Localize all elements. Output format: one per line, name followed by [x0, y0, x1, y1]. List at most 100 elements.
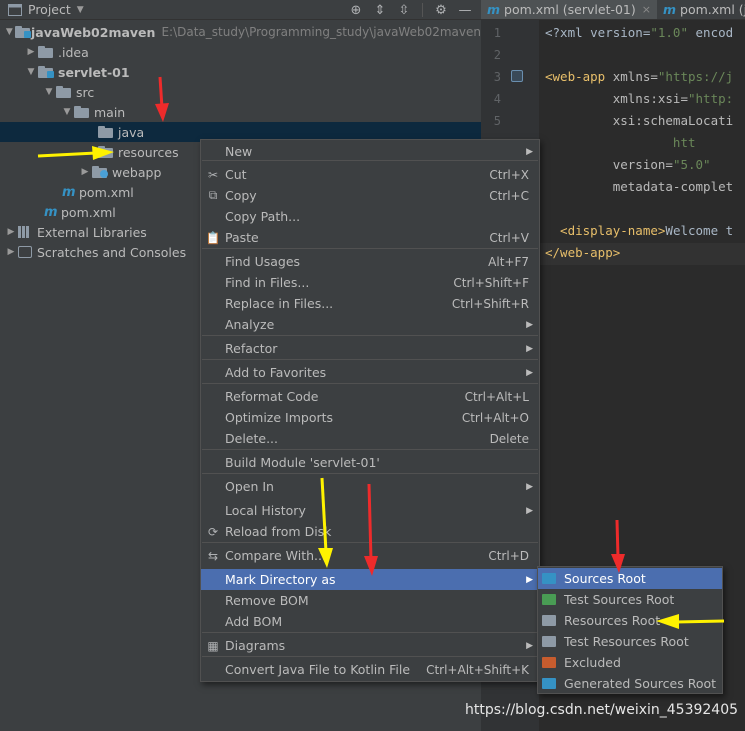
menu-item-shortcut: Alt+F7	[488, 254, 529, 269]
line-number: 5	[493, 114, 501, 128]
menu-item-find-usages[interactable]: Find Usages Alt+F7	[201, 251, 539, 272]
test-sources-root-folder-icon	[542, 594, 556, 605]
folder-icon	[56, 86, 72, 98]
maven-icon: m	[44, 204, 58, 220]
tree-item-idea[interactable]: ▶ .idea	[0, 42, 481, 62]
maven-icon: m	[487, 2, 501, 17]
submenu-item-resources-root[interactable]: Resources Root	[538, 610, 722, 631]
close-icon[interactable]: ×	[642, 3, 651, 16]
submenu-item-test-resources-root[interactable]: Test Resources Root	[538, 631, 722, 652]
menu-item-find-in-files[interactable]: Find in Files... Ctrl+Shift+F	[201, 272, 539, 293]
paste-icon: 📋	[205, 230, 221, 245]
menu-item-open-in[interactable]: Open In ▶	[201, 476, 539, 497]
submenu-item-generated-sources-root[interactable]: Generated Sources Root	[538, 673, 722, 694]
submenu-item-label: Test Resources Root	[564, 634, 689, 649]
menu-item-build-module[interactable]: Build Module 'servlet-01'	[201, 452, 539, 473]
menu-item-remove-bom[interactable]: Remove BOM	[201, 590, 539, 611]
menu-item-label: Cut	[225, 167, 247, 182]
gear-icon[interactable]: ⚙	[431, 1, 451, 19]
submenu-item-test-sources-root[interactable]: Test Sources Root	[538, 589, 722, 610]
submenu-arrow-icon: ▶	[526, 367, 533, 378]
editor-tab-pom-servlet[interactable]: m pom.xml (servlet-01) ×	[481, 0, 657, 19]
chevron-right-icon[interactable]: ▶	[78, 167, 92, 177]
tab-label: pom.xml (ja	[680, 2, 745, 17]
menu-item-label: Open In	[225, 479, 274, 494]
submenu-item-excluded[interactable]: Excluded	[538, 652, 722, 673]
maven-icon: m	[62, 184, 76, 200]
code-line-7: version="5.0"	[545, 157, 711, 172]
editor-tab-pom-root[interactable]: m pom.xml (ja	[657, 0, 745, 19]
submenu-item-sources-root[interactable]: Sources Root	[538, 568, 722, 589]
header-divider	[422, 3, 423, 17]
menu-item-optimize-imports[interactable]: Optimize Imports Ctrl+Alt+O	[201, 407, 539, 428]
menu-item-analyze[interactable]: Analyze ▶	[201, 314, 539, 335]
menu-item-copy[interactable]: ⧉ Copy Ctrl+C	[201, 185, 539, 206]
menu-separator	[202, 248, 538, 249]
chevron-right-icon[interactable]: ▶	[4, 247, 18, 257]
web-folder-icon	[92, 166, 108, 178]
menu-item-paste[interactable]: 📋 Paste Ctrl+V	[201, 227, 539, 248]
tree-item-label: Scratches and Consoles	[37, 244, 187, 260]
chevron-down-icon[interactable]: ▼	[60, 107, 74, 117]
menu-item-shortcut: Ctrl+X	[489, 167, 529, 182]
menu-item-label: Copy	[225, 188, 257, 203]
menu-item-label: Local History	[225, 503, 306, 518]
menu-item-refactor[interactable]: Refactor ▶	[201, 338, 539, 359]
folder-icon	[38, 46, 54, 58]
tree-item-src[interactable]: ▼ src	[0, 82, 481, 102]
chevron-down-icon[interactable]: ▼	[77, 5, 84, 15]
folder-icon	[98, 146, 114, 158]
menu-item-label: Add BOM	[225, 614, 283, 629]
menu-item-new[interactable]: New ▶	[201, 141, 539, 162]
collapse-all-icon[interactable]: ⇳	[394, 1, 414, 19]
menu-item-cut[interactable]: ✂ Cut Ctrl+X	[201, 164, 539, 185]
submenu-item-label: Resources Root	[564, 613, 661, 628]
project-view-selector[interactable]: Project ▼	[0, 0, 84, 20]
tree-item-label: .idea	[58, 44, 89, 60]
menu-item-copy-path[interactable]: Copy Path...	[201, 206, 539, 227]
menu-item-label: Reformat Code	[225, 389, 319, 404]
code-line-11: </web-app>	[545, 245, 621, 260]
tree-item-main[interactable]: ▼ main	[0, 102, 481, 122]
menu-item-compare-with[interactable]: ⇆ Compare With... Ctrl+D	[201, 545, 539, 566]
menu-item-label: Paste	[225, 230, 259, 245]
tree-item-label: java	[118, 124, 145, 140]
resources-root-folder-icon	[542, 615, 556, 626]
menu-item-reformat-code[interactable]: Reformat Code Ctrl+Alt+L	[201, 386, 539, 407]
menu-item-label: Compare With...	[225, 548, 326, 563]
tree-item-root[interactable]: ▼ javaWeb02maven E:\Data_study\Programmi…	[0, 22, 481, 42]
code-line-3: <web-app xmlns="https://j	[545, 69, 734, 84]
chevron-right-icon[interactable]: ▶	[24, 47, 38, 57]
menu-item-diagrams[interactable]: ▦ Diagrams ▶	[201, 635, 539, 656]
menu-item-add-bom[interactable]: Add BOM	[201, 611, 539, 632]
chevron-down-icon[interactable]: ▼	[42, 87, 56, 97]
tab-label: pom.xml (servlet-01)	[504, 2, 636, 17]
expand-all-icon[interactable]: ⇕	[370, 1, 390, 19]
menu-item-shortcut: Ctrl+Shift+F	[453, 275, 529, 290]
excluded-folder-icon	[542, 657, 556, 668]
menu-item-add-to-favorites[interactable]: Add to Favorites ▶	[201, 362, 539, 383]
project-panel-header: Project ▼ ⊕ ⇕ ⇳ ⚙ —	[0, 0, 481, 20]
mark-directory-submenu: Sources Root Test Sources Root Resources R…	[537, 566, 723, 694]
chevron-right-icon[interactable]: ▶	[4, 227, 18, 237]
menu-item-replace-in-files[interactable]: Replace in Files... Ctrl+Shift+R	[201, 293, 539, 314]
chevron-down-icon[interactable]: ▼	[4, 27, 15, 37]
reload-icon: ⟳	[207, 524, 219, 539]
menu-item-delete[interactable]: Delete... Delete	[201, 428, 539, 449]
menu-item-label: Reload from Disk	[225, 524, 332, 539]
menu-item-reload-from-disk[interactable]: ⟳ Reload from Disk	[201, 521, 539, 542]
menu-item-convert-java-to-kotlin[interactable]: Convert Java File to Kotlin File Ctrl+Alt…	[201, 659, 539, 680]
menu-item-local-history[interactable]: Local History ▶	[201, 500, 539, 521]
web-descriptor-icon[interactable]	[511, 70, 523, 82]
test-resources-root-folder-icon	[542, 636, 556, 647]
tree-item-module[interactable]: ▼ servlet-01	[0, 62, 481, 82]
folder-icon	[98, 126, 114, 138]
menu-separator	[202, 449, 538, 450]
menu-item-shortcut: Ctrl+Alt+O	[461, 410, 529, 425]
menu-item-mark-directory-as[interactable]: Mark Directory as ▶	[201, 569, 539, 590]
context-menu: New ▶ ✂ Cut Ctrl+X ⧉ Copy Ctrl+C Copy Path... 📋 Pa…	[200, 139, 540, 682]
hide-icon[interactable]: —	[455, 1, 475, 19]
chevron-down-icon[interactable]: ▼	[24, 67, 38, 77]
crosshair-icon[interactable]: ⊕	[346, 1, 366, 19]
menu-item-label: Convert Java File to Kotlin File	[225, 662, 411, 677]
